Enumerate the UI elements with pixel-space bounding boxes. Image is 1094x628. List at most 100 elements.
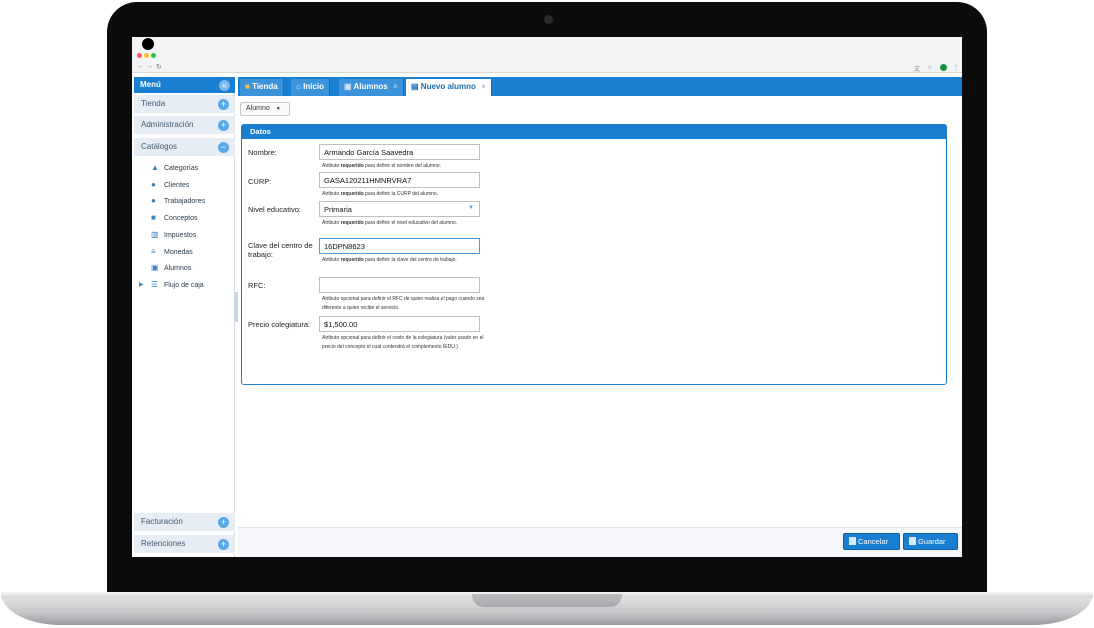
clave-centro-label: Clave del centro de trabajo: — [248, 241, 313, 259]
menu-title: Menú — [140, 80, 161, 89]
camera-dot — [142, 38, 154, 50]
rfc-label: RFC: — [248, 281, 266, 290]
sidebar-item-label: Impuestos — [164, 232, 197, 239]
profile-icon[interactable] — [940, 64, 947, 71]
tab-label: Inicio — [303, 82, 324, 91]
user-icon: ● — [151, 196, 156, 205]
hint-text: Atributo — [322, 191, 341, 197]
sidebar-item-label: Categorías — [164, 165, 199, 172]
curp-field[interactable]: GASA120211HMNRVRA7 — [319, 172, 480, 188]
tab-label: Tienda — [252, 82, 278, 91]
entity-select-value: Alumno — [246, 105, 270, 112]
sidebar-section-label: Facturación — [141, 517, 183, 526]
student-icon: ▣ — [151, 263, 159, 272]
tab-bar: ■ Tienda ⌂ Inicio ▣ Alumnos × ▤ Nuevo al… — [238, 77, 962, 96]
cancel-icon — [849, 537, 856, 545]
nombre-field[interactable]: Armando García Saavedra — [319, 144, 480, 160]
screen: ← → ↻ 文 ☆ ⋮ Menú « Tienda + Administraci… — [132, 37, 962, 557]
sidebar-section-label: Tienda — [141, 99, 166, 108]
tab-label: Alumnos — [353, 82, 388, 91]
cancel-button[interactable]: Cancelar — [843, 533, 900, 550]
forward-icon[interactable]: → — [146, 63, 153, 70]
reload-icon[interactable]: ↻ — [156, 63, 162, 71]
expand-plus-icon[interactable]: + — [218, 99, 229, 110]
hint-text: para definir la CURP del alumno. — [363, 191, 439, 197]
hint-required: requerido — [340, 220, 364, 226]
precio-colegiatura-label: Precio colegiatura: — [248, 320, 311, 329]
box-icon: ■ — [151, 213, 156, 222]
expand-plus-icon[interactable]: + — [218, 539, 229, 550]
sidebar-item-label: Conceptos — [164, 215, 198, 222]
sidebar-item-alumnos[interactable]: ▣ Alumnos — [151, 261, 191, 275]
sidebar-item-flujo-de-caja[interactable]: ☰ Flujo de caja — [151, 278, 204, 292]
sidebar-item-trabajadores[interactable]: ● Trabajadores — [151, 194, 205, 208]
clave-centro-hint: Atributo requerido para definir la clave… — [322, 256, 487, 265]
datos-panel: Datos Nombre: Armando García Saavedra At… — [241, 124, 947, 385]
hint-required: requerido — [340, 163, 364, 169]
expand-arrow-icon[interactable]: ▶ — [139, 281, 144, 288]
hint-text: para definir el nivel educativo del alum… — [363, 220, 458, 226]
sidebar-item-categorias[interactable]: ▲ Categorías — [151, 161, 198, 175]
expand-plus-icon[interactable]: + — [218, 120, 229, 131]
expand-plus-icon[interactable]: + — [218, 517, 229, 528]
webcam — [544, 15, 553, 24]
student-icon: ▣ — [344, 82, 352, 91]
hint-required: requerido — [340, 257, 364, 263]
tab-inicio[interactable]: ⌂ Inicio — [291, 79, 330, 96]
precio-colegiatura-field[interactable]: $1,500.00 — [319, 316, 480, 332]
chevron-down-icon: ▼ — [468, 205, 474, 211]
hint-text: para definir el nombre del alumno. — [363, 163, 441, 169]
coins-icon: ≡ — [151, 247, 156, 256]
nivel-educativo-label: Nivel educativo: — [248, 205, 301, 214]
bookmark-star-icon[interactable]: ☆ — [927, 64, 932, 71]
sidebar-item-label: Alumnos — [164, 265, 192, 272]
rfc-hint: Atributo opcional para definir el RFC de… — [322, 296, 485, 311]
sidebar-item-impuestos[interactable]: ▥ Impuestos — [151, 228, 196, 242]
nombre-label: Nombre: — [248, 148, 277, 157]
sidebar-section-label: Catálogos — [141, 142, 178, 151]
bank-icon: ▥ — [151, 230, 159, 239]
sidebar-item-monedas[interactable]: ≡ Monedas — [151, 245, 193, 259]
sidebar-item-clientes[interactable]: ● Clientes — [151, 178, 189, 192]
chevron-down-icon: ▼ — [275, 106, 281, 112]
curp-hint: Atributo requerido para definir la CURP … — [322, 190, 487, 199]
tab-nuevo-alumno[interactable]: ▤ Nuevo alumno × — [406, 79, 492, 96]
cancel-label: Cancelar — [858, 537, 889, 546]
sidebar: Menú « Tienda + Administración + Catálog… — [134, 77, 235, 557]
hint-text: Atributo — [322, 163, 341, 169]
curp-label: CURP: — [248, 177, 272, 186]
sidebar-item-conceptos[interactable]: ■ Conceptos — [151, 211, 197, 225]
tab-alumnos[interactable]: ▣ Alumnos × — [339, 79, 404, 96]
hint-text: Atributo — [322, 220, 341, 226]
translate-icon[interactable]: 文 — [914, 64, 920, 73]
window-maximize-button[interactable] — [151, 53, 156, 58]
panel-title: Datos — [250, 127, 271, 136]
nombre-hint: Atributo requerido para definir el nombr… — [322, 162, 487, 171]
home-icon: ⌂ — [296, 82, 301, 91]
collapse-minus-icon[interactable]: − — [218, 142, 229, 153]
sidebar-item-label: Flujo de caja — [164, 282, 204, 289]
panel-header: Datos — [242, 125, 946, 139]
browser-menu-icon[interactable]: ⋮ — [953, 64, 959, 71]
back-icon[interactable]: ← — [137, 63, 144, 70]
save-button[interactable]: Guardar — [903, 533, 958, 550]
rfc-field[interactable] — [319, 277, 480, 293]
tab-tienda[interactable]: ■ Tienda — [240, 79, 284, 96]
browser-chrome: ← → ↻ 文 ☆ ⋮ — [132, 37, 962, 73]
collapse-menu-icon[interactable]: « — [219, 80, 230, 91]
close-tab-icon[interactable]: × — [393, 82, 398, 91]
hint-text: Atributo — [322, 257, 341, 263]
sidebar-item-label: Monedas — [164, 249, 193, 256]
hint-required: requerido — [340, 191, 364, 197]
close-tab-icon[interactable]: × — [481, 82, 486, 91]
nivel-educativo-hint: Atributo requerido para definir el nivel… — [322, 219, 487, 228]
window-minimize-button[interactable] — [144, 53, 149, 58]
form-icon: ▤ — [411, 82, 419, 91]
nivel-educativo-select[interactable]: Primaria ▼ — [319, 201, 480, 217]
sidebar-section-label: Retenciones — [141, 539, 186, 548]
tab-label: Nuevo alumno — [420, 82, 476, 91]
sidebar-item-label: Clientes — [164, 182, 190, 189]
entity-select[interactable]: Alumno ▼ — [240, 102, 290, 116]
window-close-button[interactable] — [137, 53, 142, 58]
clave-centro-field[interactable]: 16DPN8623 — [319, 238, 480, 254]
